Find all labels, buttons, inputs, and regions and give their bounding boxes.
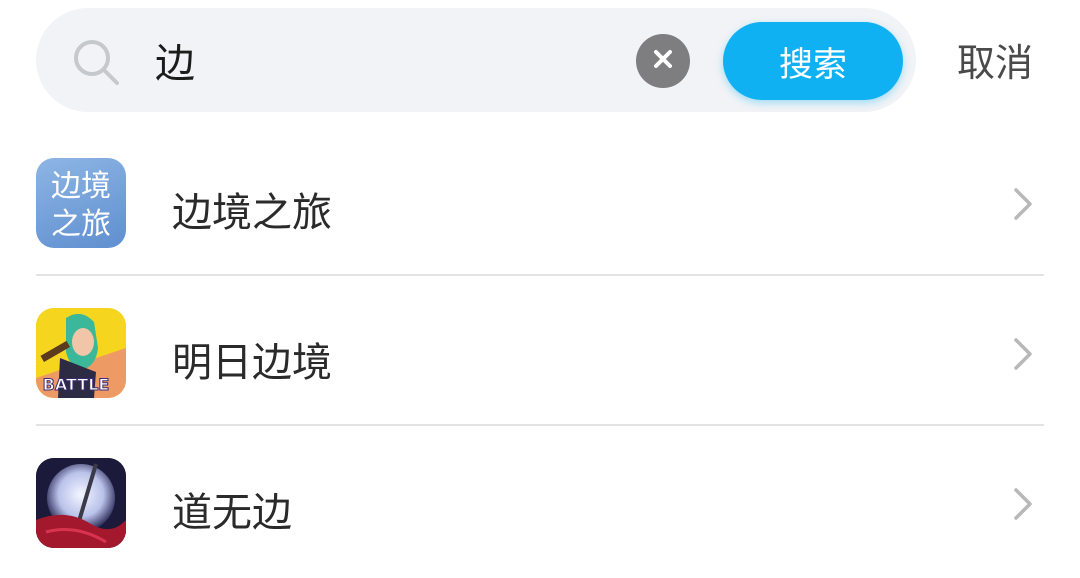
app-name: 边境之旅	[172, 190, 332, 236]
search-icon	[72, 38, 122, 88]
list-item[interactable]: BATTLE 明日边境	[0, 278, 1080, 428]
close-icon	[652, 48, 674, 74]
chevron-right-icon	[1010, 334, 1036, 374]
divider	[36, 274, 1044, 276]
app-icon-text-line1: 边境	[51, 169, 111, 204]
app-icon-mingri-bianjing: BATTLE	[36, 308, 126, 398]
app-icon-bianjing-zhilv: 边境 之旅	[36, 158, 126, 248]
app-name: 明日边境	[172, 340, 332, 386]
search-input[interactable]	[155, 30, 625, 90]
divider	[36, 424, 1044, 426]
search-button[interactable]: 搜索	[723, 22, 903, 100]
cancel-button[interactable]: 取消	[957, 36, 1033, 90]
app-name: 道无边	[172, 490, 292, 536]
app-icon-text: BATTLE	[43, 375, 110, 394]
list-item[interactable]: 边境 之旅 边境之旅	[0, 128, 1080, 278]
list-item[interactable]: 道无边	[0, 428, 1080, 578]
clear-search-button[interactable]	[636, 34, 690, 88]
chevron-right-icon	[1010, 484, 1036, 524]
app-icon-dao-wu-bian	[36, 458, 126, 548]
search-bar: 搜索 取消	[0, 0, 1080, 120]
app-icon-text-line2: 之旅	[51, 207, 111, 242]
chevron-right-icon	[1010, 184, 1036, 224]
